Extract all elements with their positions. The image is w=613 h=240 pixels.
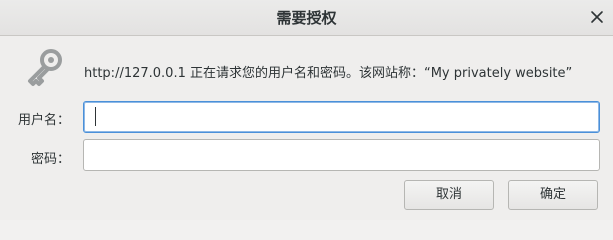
dialog-title: 需要授权 [276,9,337,27]
password-label: 密码： [30,152,70,167]
password-input[interactable] [83,139,600,171]
auth-dialog: 需要授权 http://127.0.0.1 正在请求您的用户名和密码。该网站称：… [0,0,613,220]
username-label: 用户名： [17,113,70,128]
auth-message: http://127.0.0.1 正在请求您的用户名和密码。该网站称：“My p… [84,66,573,81]
close-icon[interactable] [589,9,605,25]
ok-button[interactable]: 确定 [508,180,598,210]
title-bar: 需要授权 [0,0,613,36]
cancel-button[interactable]: 取消 [404,180,494,210]
username-input[interactable] [83,101,600,133]
text-caret [95,107,96,126]
key-icon [28,49,62,86]
